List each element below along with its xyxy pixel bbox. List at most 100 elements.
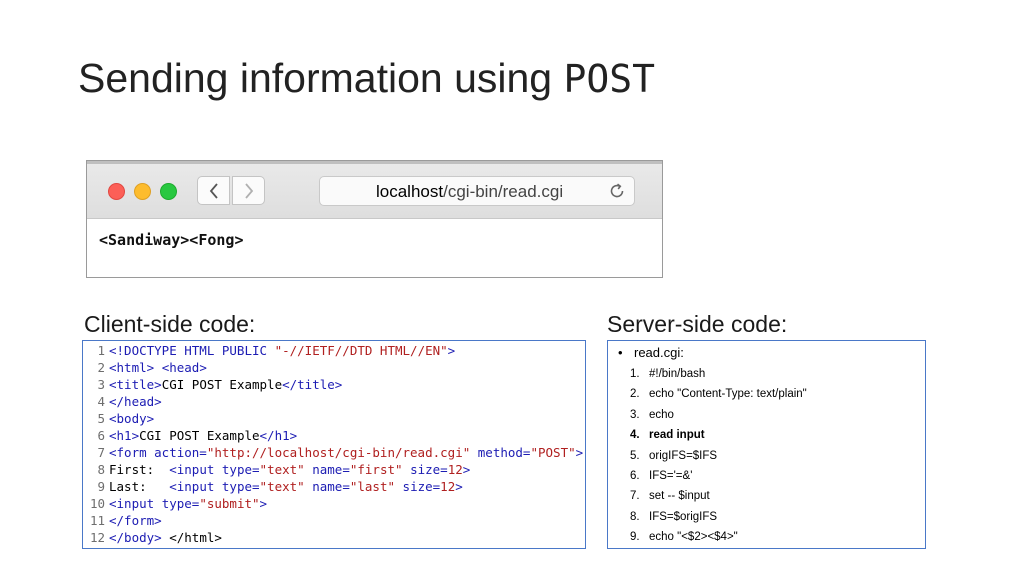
- code-token: type=: [221, 479, 260, 494]
- code-token: <title>: [109, 377, 162, 392]
- address-url: localhost/cgi-bin/read.cgi: [376, 182, 563, 202]
- code-token: "first": [349, 462, 403, 477]
- server-file-name: read.cgi:: [634, 345, 684, 360]
- item-text: origIFS=$IFS: [649, 449, 718, 462]
- item-text: read input: [649, 429, 705, 442]
- code-token: </head>: [109, 394, 162, 409]
- code-token: >: [455, 479, 463, 494]
- code-line: 6 <h1>CGI POST Example</h1>: [83, 427, 297, 444]
- code-token: <!DOCTYPE HTML PUBLIC: [109, 343, 275, 358]
- slide-title: Sending information using POST: [78, 58, 655, 99]
- line-number: 3: [97, 377, 105, 392]
- code-token: "text": [259, 479, 305, 494]
- server-code-item: 4. read input: [630, 429, 705, 441]
- code-token: <input: [169, 462, 222, 477]
- code-line: 10 <input type="submit">: [83, 495, 267, 512]
- item-number: 9.: [630, 531, 640, 544]
- address-bar[interactable]: localhost/cgi-bin/read.cgi: [319, 176, 635, 206]
- code-token: </form>: [109, 513, 162, 528]
- code-token: "http://localhost/cgi-bin/read.cgi": [206, 445, 471, 460]
- code-token: name=: [304, 479, 350, 494]
- server-file-heading: • read.cgi:: [618, 345, 684, 360]
- line-number: 4: [97, 394, 105, 409]
- item-number: 8.: [630, 510, 640, 523]
- code-token: First:: [109, 462, 170, 477]
- code-token: CGI POST Example: [139, 428, 260, 443]
- code-token: Last:: [109, 479, 170, 494]
- line-number: 5: [97, 411, 105, 426]
- item-text: echo "<$2><$4>": [649, 531, 738, 544]
- server-code-item: 7. set -- $input: [630, 490, 710, 502]
- code-token: >: [259, 496, 268, 511]
- code-line: 4 </head>: [83, 393, 162, 410]
- server-code-item: 5. origIFS=$IFS: [630, 450, 717, 462]
- line-number: 10: [89, 496, 105, 511]
- server-code-item: 8. IFS=$origIFS: [630, 511, 717, 523]
- code-line: 7 <form action="http://localhost/cgi-bin/…: [83, 444, 583, 461]
- code-token: <html>: [109, 360, 155, 375]
- code-line: 3 <title>CGI POST Example</title>: [83, 376, 342, 393]
- line-number: 2: [97, 360, 105, 375]
- code-token: </h1>: [259, 428, 298, 443]
- item-number: 6.: [630, 470, 640, 482]
- code-token: <h1>: [109, 428, 140, 443]
- code-token: 12: [447, 462, 463, 477]
- code-token: "submit": [199, 496, 260, 511]
- line-number: 1: [97, 343, 105, 358]
- item-text: IFS=$origIFS: [649, 510, 718, 523]
- forward-chevron-icon: [244, 182, 253, 199]
- item-text: set -- $input: [649, 490, 710, 503]
- code-token: "-//IETF//DTD HTML//EN": [274, 343, 448, 358]
- line-number: 12: [89, 530, 105, 545]
- slide-title-code: POST: [563, 57, 655, 101]
- server-code-item: 1. #!/bin/bash: [630, 368, 705, 380]
- code-token: <input: [169, 479, 222, 494]
- item-number: 4.: [630, 429, 640, 442]
- server-side-label: Server-side code:: [607, 311, 788, 337]
- slide-title-text: Sending information using: [78, 55, 564, 101]
- code-token: >: [447, 343, 456, 358]
- item-text: IFS='=&': [649, 470, 693, 482]
- code-token: </body>: [109, 530, 162, 545]
- line-number: 7: [97, 445, 105, 460]
- forward-button[interactable]: [232, 176, 265, 205]
- code-token: "last": [349, 479, 396, 494]
- code-token: <body>: [109, 411, 155, 426]
- item-number: 2.: [630, 388, 640, 401]
- code-token: <form: [109, 445, 155, 460]
- minimize-light[interactable]: [134, 183, 151, 200]
- browser-window: localhost/cgi-bin/read.cgi <Sandiway><Fo…: [86, 160, 663, 278]
- code-token: 12: [440, 479, 456, 494]
- line-number: 8: [97, 462, 105, 477]
- code-token: <head>: [161, 360, 207, 375]
- zoom-light[interactable]: [160, 183, 177, 200]
- code-line: 5 <body>: [83, 410, 154, 427]
- code-line: 1 <!DOCTYPE HTML PUBLIC "-//IETF//DTD HTM…: [83, 342, 455, 359]
- server-code-item: 9. echo "<$2><$4>": [630, 531, 738, 543]
- back-button[interactable]: [197, 176, 230, 205]
- code-token: action=: [154, 445, 207, 460]
- reload-icon[interactable]: [608, 182, 626, 200]
- server-code-item: 6. IFS='=&': [630, 470, 692, 482]
- code-token: </title>: [282, 377, 343, 392]
- code-token: <input: [109, 496, 162, 511]
- code-token: type=: [221, 462, 260, 477]
- code-token: "text": [259, 462, 305, 477]
- page-output-text: <Sandiway><Fong>: [99, 231, 244, 249]
- line-number: 9: [97, 479, 105, 494]
- server-code-item: 2. echo "Content-Type: text/plain": [630, 388, 807, 400]
- line-number: 6: [97, 428, 105, 443]
- code-line: 9 Last: <input type="text" name="last" si…: [83, 478, 463, 495]
- item-text: echo "Content-Type: text/plain": [649, 388, 807, 401]
- code-token: "POST": [530, 445, 576, 460]
- code-line: 8 First: <input type="text" name="first" …: [83, 461, 470, 478]
- url-path: /cgi-bin/read.cgi: [443, 182, 564, 201]
- code-line: 2 <html> <head>: [83, 359, 207, 376]
- browser-toolbar: localhost/cgi-bin/read.cgi: [87, 164, 662, 219]
- server-code-box: • read.cgi: 1. #!/bin/bash 2. echo "Content-…: [607, 340, 926, 549]
- code-line: 12 </body> </html>: [83, 529, 222, 546]
- item-number: 3.: [630, 408, 640, 421]
- line-number: 11: [89, 513, 105, 528]
- close-light[interactable]: [108, 183, 125, 200]
